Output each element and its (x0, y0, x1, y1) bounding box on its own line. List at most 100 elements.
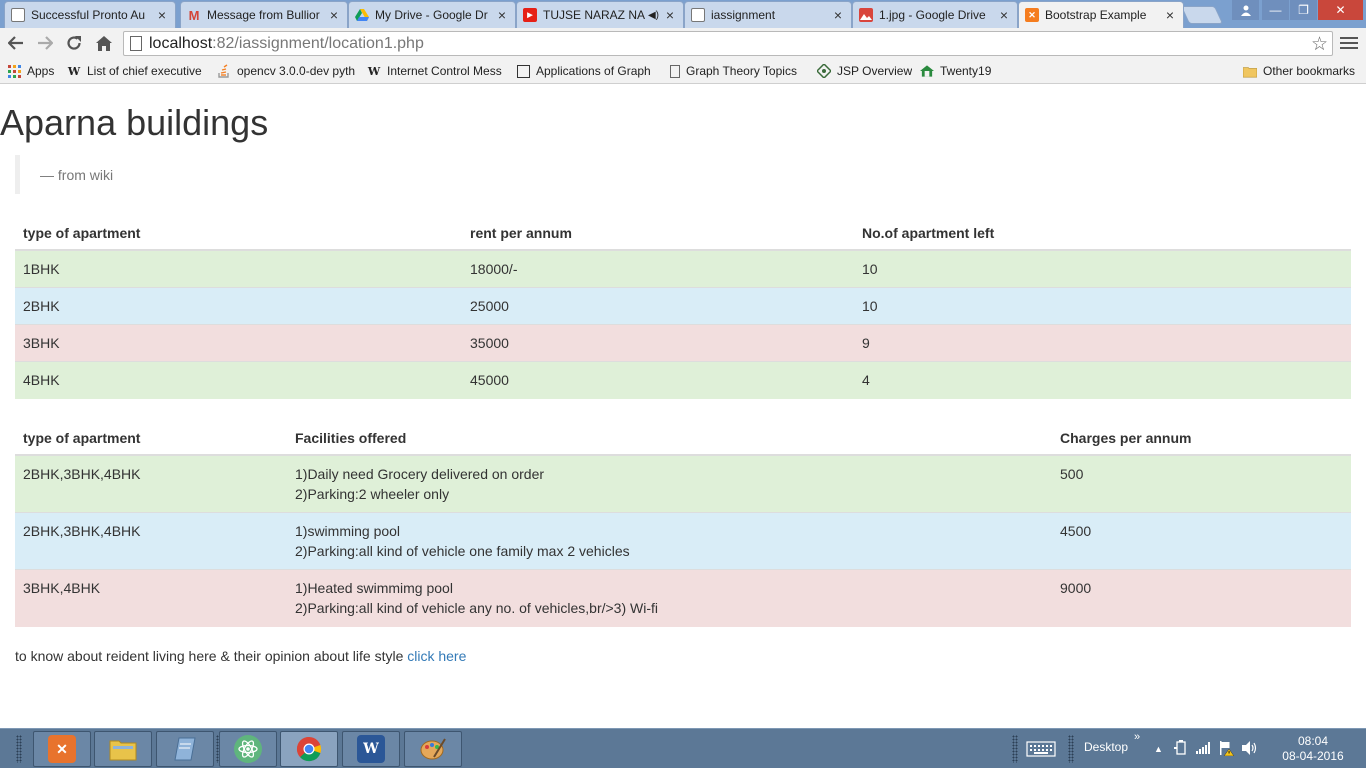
browser-tab[interactable]: 1.jpg - Google Drive × (852, 1, 1018, 28)
table-cell: 4 (854, 361, 1351, 399)
table-cell: 9000 (1052, 569, 1351, 627)
tab-label: Successful Pronto Au (31, 8, 146, 22)
power-icon[interactable] (1174, 739, 1188, 759)
table-cell: 18000/- (462, 249, 854, 288)
bookmark-item[interactable]: W Internet Control Mess (367, 61, 507, 81)
touch-keyboard-icon[interactable] (1026, 729, 1056, 768)
taskbar-app[interactable] (156, 731, 214, 767)
table-row: 4BHK 45000 4 (15, 361, 1351, 399)
taskbar-grip[interactable] (16, 735, 22, 763)
table-cell: 1BHK (15, 249, 462, 288)
table-header-row: type of apartment rent per annum No.of a… (15, 216, 1351, 251)
taskbar-app-active[interactable] (280, 731, 338, 767)
taskbar-grip[interactable] (1012, 735, 1018, 763)
youtube-icon: ▶ (523, 8, 537, 22)
show-hidden-icons-button[interactable]: ▲ (1154, 729, 1163, 768)
forward-button[interactable] (33, 32, 57, 54)
bookmark-item[interactable]: JSP Overview (817, 61, 912, 81)
address-bar[interactable]: localhost:82/iassignment/location1.php ☆ (123, 31, 1333, 56)
taskbar-app[interactable]: W (342, 731, 400, 767)
facilities-table: type of apartment Facilities offered Cha… (15, 421, 1351, 627)
document-icon (11, 8, 25, 22)
signal-strength-icon[interactable] (1196, 741, 1210, 757)
gmail-icon: M (188, 7, 200, 23)
close-tab-icon[interactable]: × (495, 7, 509, 23)
bookmark-item[interactable]: W List of chief executive (67, 61, 207, 81)
notepad-icon (171, 735, 199, 763)
apartment-rent-table: type of apartment rent per annum No.of a… (15, 216, 1351, 399)
facility-line: 2)Parking:all kind of vehicle one family… (295, 543, 630, 559)
bookmark-star-icon[interactable]: ☆ (1311, 33, 1328, 56)
click-here-link[interactable]: click here (407, 648, 466, 664)
browser-tab-active[interactable]: ✕ Bootstrap Example × (1018, 1, 1184, 28)
action-center-flag-icon[interactable] (1218, 740, 1235, 759)
reload-button[interactable] (62, 32, 86, 54)
column-header: type of apartment (15, 421, 287, 456)
taskbar-app[interactable] (404, 731, 462, 767)
bookmark-label: Other bookmarks (1263, 64, 1356, 78)
browser-tab[interactable]: iassignment × (684, 1, 852, 28)
windows-taskbar: ✕ W Desktop » ▲ 08:04 08-04-2016 (0, 728, 1366, 768)
close-tab-icon[interactable]: × (997, 7, 1011, 23)
chevron-right-icon: » (1134, 731, 1141, 743)
minimize-window-button[interactable]: — (1262, 0, 1289, 20)
browser-tab[interactable]: My Drive - Google Dr × (348, 1, 516, 28)
profile-icon[interactable] (1232, 0, 1259, 20)
taskbar-app[interactable]: ✕ (33, 731, 91, 767)
close-tab-icon[interactable]: × (327, 7, 341, 23)
bookmark-label: Graph Theory Topics (686, 64, 797, 78)
browser-toolbar: localhost:82/iassignment/location1.php ☆ (0, 28, 1366, 58)
home-icon (96, 35, 112, 51)
home-button[interactable] (92, 32, 116, 54)
close-tab-icon[interactable]: × (663, 7, 677, 23)
browser-tab[interactable]: M Message from Bullior × (180, 1, 348, 28)
table-row: 3BHK 35000 9 (15, 324, 1351, 362)
table-row: 3BHK,4BHK 1)Heated swimmimg pool 2)Parki… (15, 569, 1351, 627)
xampp-icon: ✕ (1025, 8, 1039, 22)
table-cell: 1)swimming pool 2)Parking:all kind of ve… (287, 512, 1052, 570)
table-cell: 3BHK,4BHK (15, 569, 287, 627)
table-cell: 25000 (462, 287, 854, 325)
bookmark-apps[interactable]: Apps (7, 61, 59, 81)
close-window-button[interactable]: ✕ (1318, 0, 1363, 20)
bookmark-item[interactable]: Graph Theory Topics (668, 61, 806, 81)
bookmark-item[interactable]: Twenty19 (920, 61, 998, 81)
desktop-toolbar[interactable]: Desktop » (1084, 727, 1140, 767)
system-clock[interactable]: 08:04 08-04-2016 (1278, 734, 1348, 764)
table-cell: 1)Daily need Grocery delivered on order … (287, 454, 1052, 513)
bookmark-label: Internet Control Mess (387, 64, 502, 78)
close-tab-icon[interactable]: × (831, 7, 845, 23)
column-header: rent per annum (462, 216, 854, 251)
browser-tab[interactable]: Successful Pronto Au × (4, 1, 176, 28)
bookmark-item[interactable]: opencv 3.0.0-dev pyth (217, 61, 357, 81)
taskbar-grip[interactable] (1068, 735, 1074, 763)
new-tab-button[interactable] (1180, 6, 1224, 24)
footer-line: to know about reident living here & thei… (15, 648, 466, 664)
volume-icon[interactable] (1242, 740, 1258, 758)
table-cell: 45000 (462, 361, 854, 399)
taskbar-app[interactable] (219, 731, 277, 767)
tray-icons (1174, 729, 1258, 768)
table-cell: 2BHK (15, 287, 462, 325)
close-tab-icon[interactable]: × (155, 7, 169, 23)
tab-label: iassignment (711, 8, 776, 22)
back-button[interactable] (4, 32, 28, 54)
table-row: 2BHK 25000 10 (15, 287, 1351, 325)
close-tab-icon[interactable]: × (1163, 7, 1177, 23)
table-cell: 35000 (462, 324, 854, 362)
page-content: Aparna buildings — from wiki type of apa… (0, 85, 1366, 728)
column-header: Facilities offered (287, 421, 1052, 456)
url-host: localhost (149, 34, 213, 52)
facility-line: 2)Parking:all kind of vehicle any no. of… (295, 600, 658, 616)
chrome-menu-icon[interactable] (1340, 32, 1358, 54)
restore-window-button[interactable]: ❐ (1290, 0, 1317, 20)
bookmark-item[interactable]: Applications of Graph (517, 61, 657, 81)
xampp-icon: ✕ (48, 735, 76, 763)
audio-playing-icon[interactable]: ◀) (648, 10, 659, 21)
browser-tab[interactable]: ▶ TUJSE NARAZ NA ◀) × (516, 1, 684, 28)
bookmark-other[interactable]: Other bookmarks (1243, 61, 1361, 81)
taskbar-app[interactable] (94, 731, 152, 767)
paint-icon (419, 735, 447, 763)
bookmark-label: List of chief executive (87, 64, 202, 78)
google-drive-icon (355, 8, 369, 22)
